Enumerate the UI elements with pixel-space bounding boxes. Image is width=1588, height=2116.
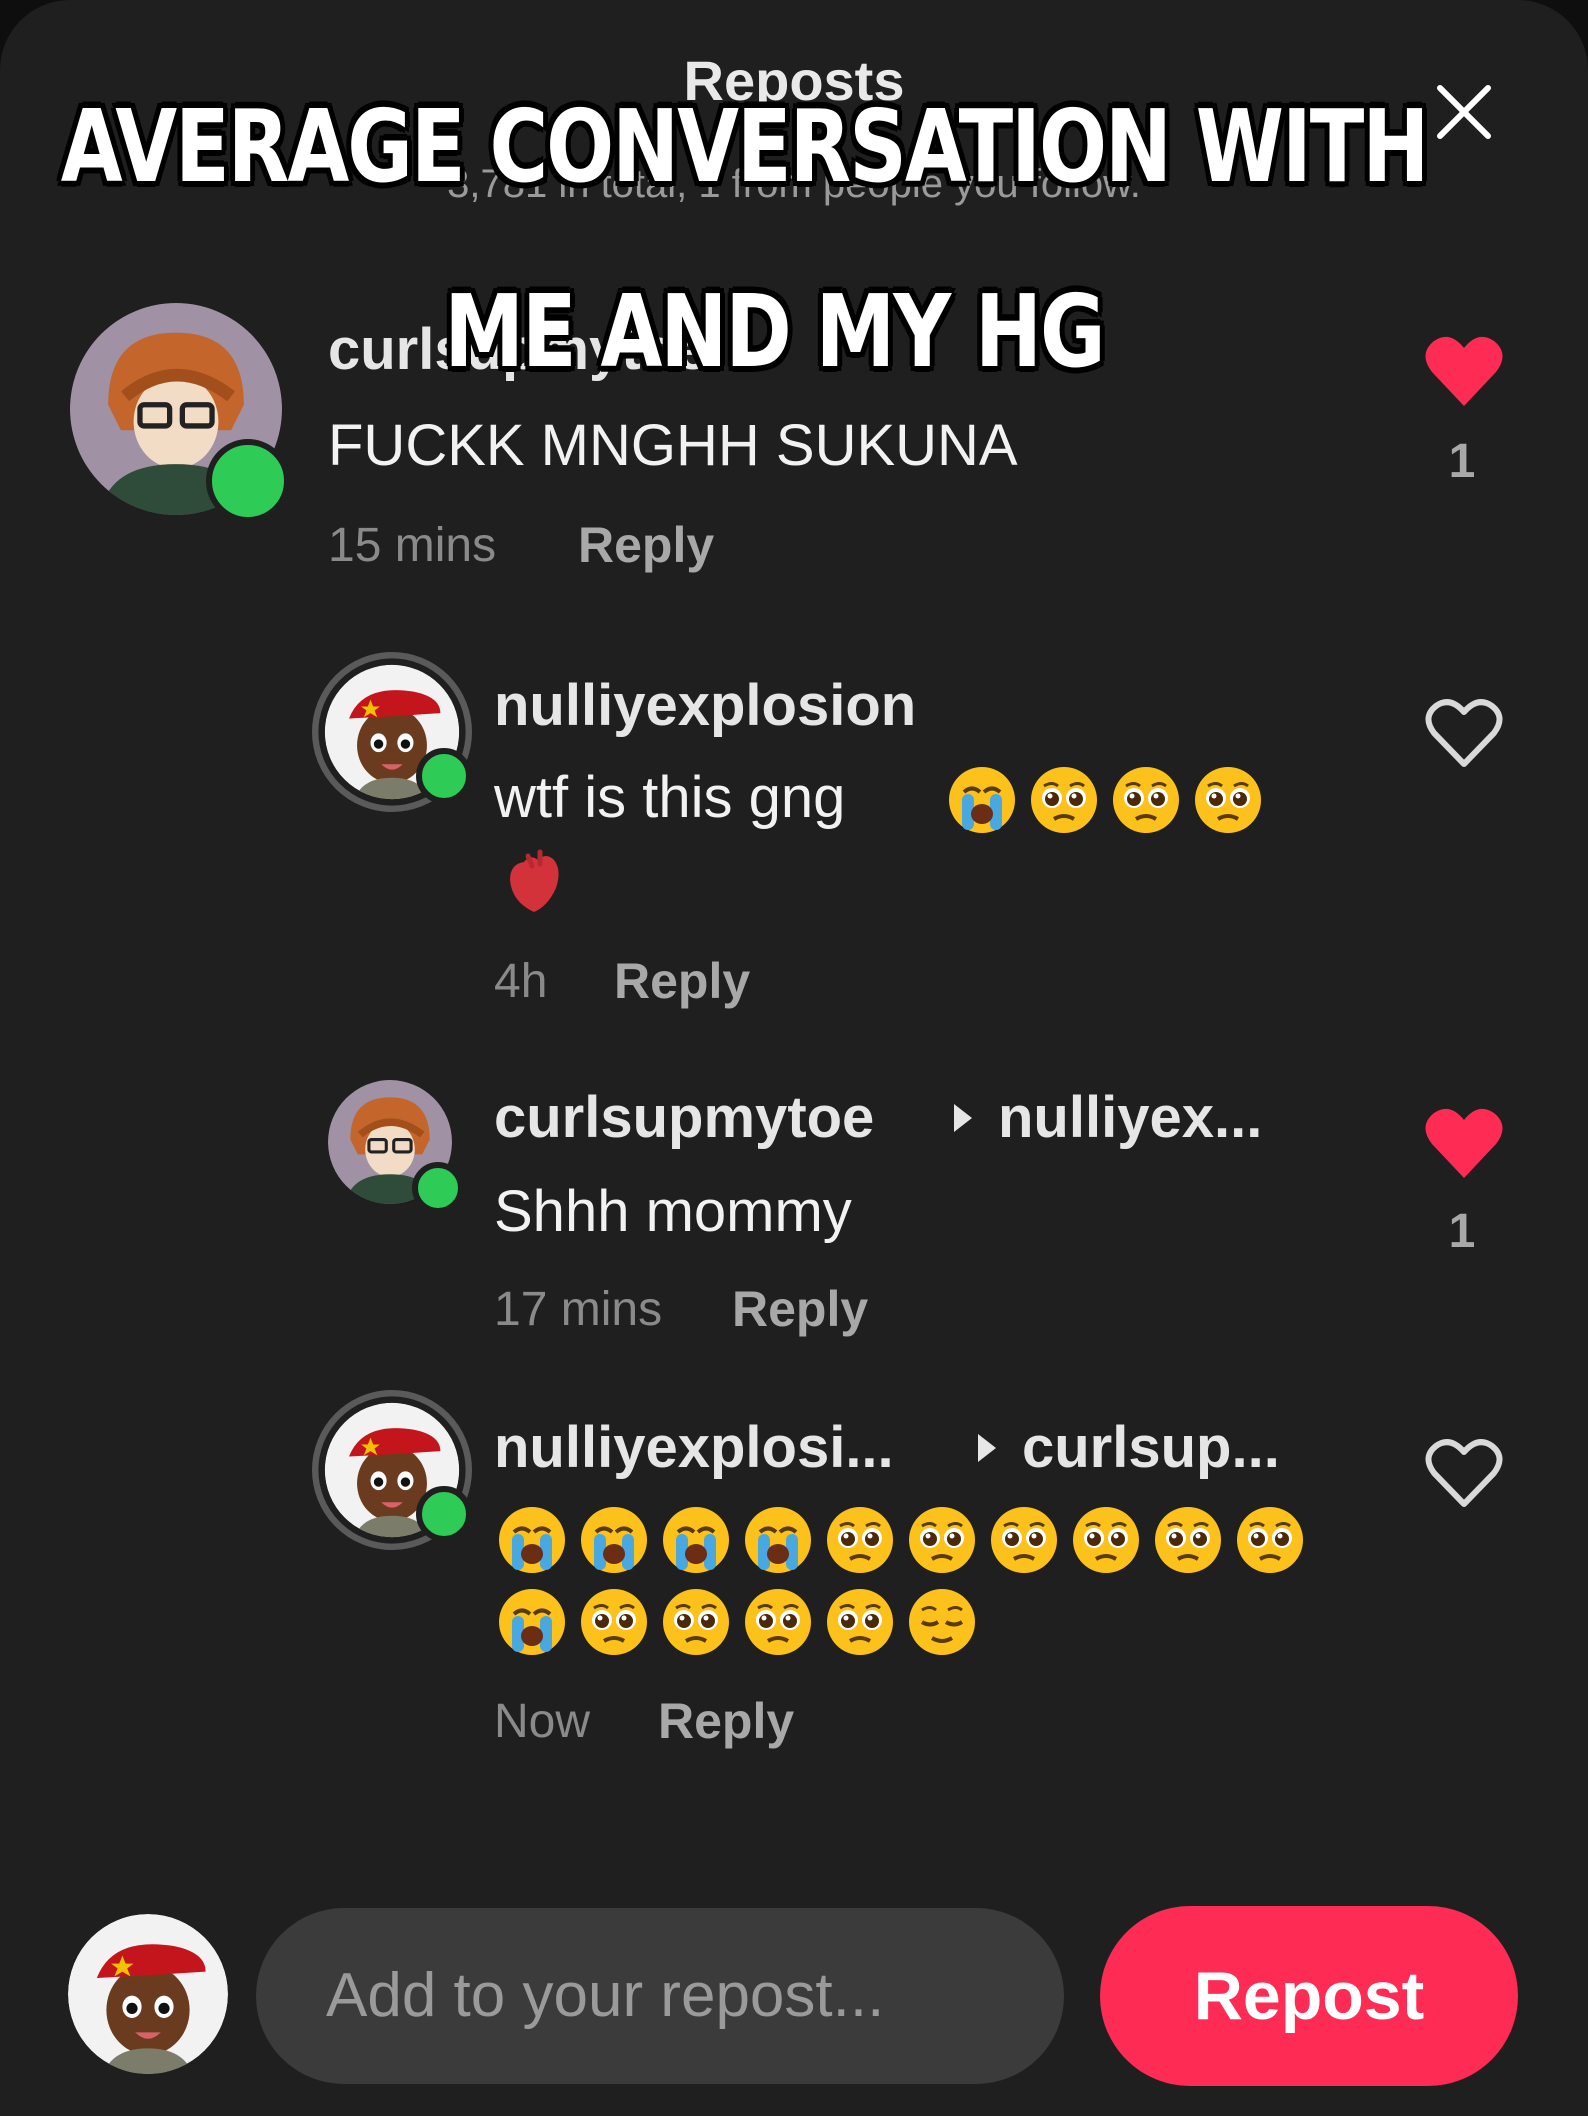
comment-username[interactable]: nulliyexplosi...: [494, 1414, 894, 1481]
comment-time: 17 mins: [494, 1283, 663, 1336]
pleading-emoji: [743, 1587, 813, 1657]
avatar[interactable]: [328, 1080, 464, 1214]
repost-comment-input[interactable]: Add to your repost...: [256, 1908, 1064, 2084]
reply-button[interactable]: Reply: [732, 1280, 868, 1338]
reply-button[interactable]: Reply: [614, 952, 750, 1010]
avatar[interactable]: [312, 652, 472, 812]
online-indicator: [206, 439, 290, 523]
reply-arrow-icon: [978, 1434, 996, 1462]
like-button[interactable]: [1424, 696, 1504, 775]
comment-time: 15 mins: [328, 519, 497, 572]
anatomical-heart-emoji: [510, 849, 559, 912]
pleading-emoji: [1071, 1505, 1141, 1575]
like-count: 1: [1448, 1205, 1476, 1258]
heart-filled-icon: [1425, 1108, 1503, 1178]
comment-text: FUCKK MNGHH SUKUNA: [328, 413, 1018, 478]
comment-time: Now: [494, 1695, 591, 1748]
reply-arrow-icon: [954, 1104, 972, 1132]
heart-outline-icon: [1425, 1439, 1503, 1507]
crying-emoji: [947, 765, 1017, 835]
crying-emoji: [497, 1505, 567, 1575]
pleading-emoji: [1029, 765, 1099, 835]
comment-username[interactable]: nulliyexplosion: [494, 672, 916, 739]
repost-button[interactable]: Repost: [1100, 1906, 1518, 2086]
online-indicator: [412, 1162, 464, 1214]
reply-to-username[interactable]: curlsup...: [1022, 1414, 1280, 1481]
pleading-emoji: [825, 1505, 895, 1575]
heart-outline-icon: [1425, 699, 1503, 767]
avatar[interactable]: [312, 1390, 472, 1550]
like-button[interactable]: [1424, 1106, 1504, 1185]
reply-to-username[interactable]: nulliyex...: [998, 1084, 1262, 1151]
reposts-sheet: Reposts 3,781 in total, 1 from people yo…: [0, 0, 1588, 2116]
pleading-emoji: [579, 1587, 649, 1657]
comment-text: Shhh mommy: [494, 1179, 852, 1244]
comment-time: 4h: [494, 955, 548, 1008]
pleading-emoji: [825, 1587, 895, 1657]
like-count: 1: [1448, 435, 1476, 488]
reply-button[interactable]: Reply: [658, 1692, 794, 1750]
like-button[interactable]: [1424, 1436, 1504, 1515]
comment-username[interactable]: curlsupmytoe: [494, 1084, 874, 1151]
crying-emoji: [579, 1505, 649, 1575]
pleading-emoji: [1193, 765, 1263, 835]
pleading-emoji: [1235, 1505, 1305, 1575]
reply-button[interactable]: Reply: [578, 516, 714, 574]
comment-text: wtf is this gng: [494, 765, 846, 830]
pleading-emoji: [661, 1587, 731, 1657]
meme-caption-line-1: AVERAGE CONVERSATION WITH: [60, 88, 1430, 205]
pleading-emoji: [989, 1505, 1059, 1575]
online-indicator: [416, 748, 472, 804]
pleading-emoji: [907, 1505, 977, 1575]
online-indicator: [416, 1486, 472, 1542]
current-user-avatar: [68, 1914, 228, 2074]
input-placeholder: Add to your repost...: [326, 1961, 885, 2030]
pleading-emoji: [1153, 1505, 1223, 1575]
crying-emoji: [743, 1505, 813, 1575]
crying-emoji: [661, 1505, 731, 1575]
pleading-emoji: [1111, 765, 1181, 835]
crying-emoji: [497, 1587, 567, 1657]
meme-caption-line-2: ME AND MY HG: [444, 273, 1105, 390]
relieved-emoji: [907, 1587, 977, 1657]
